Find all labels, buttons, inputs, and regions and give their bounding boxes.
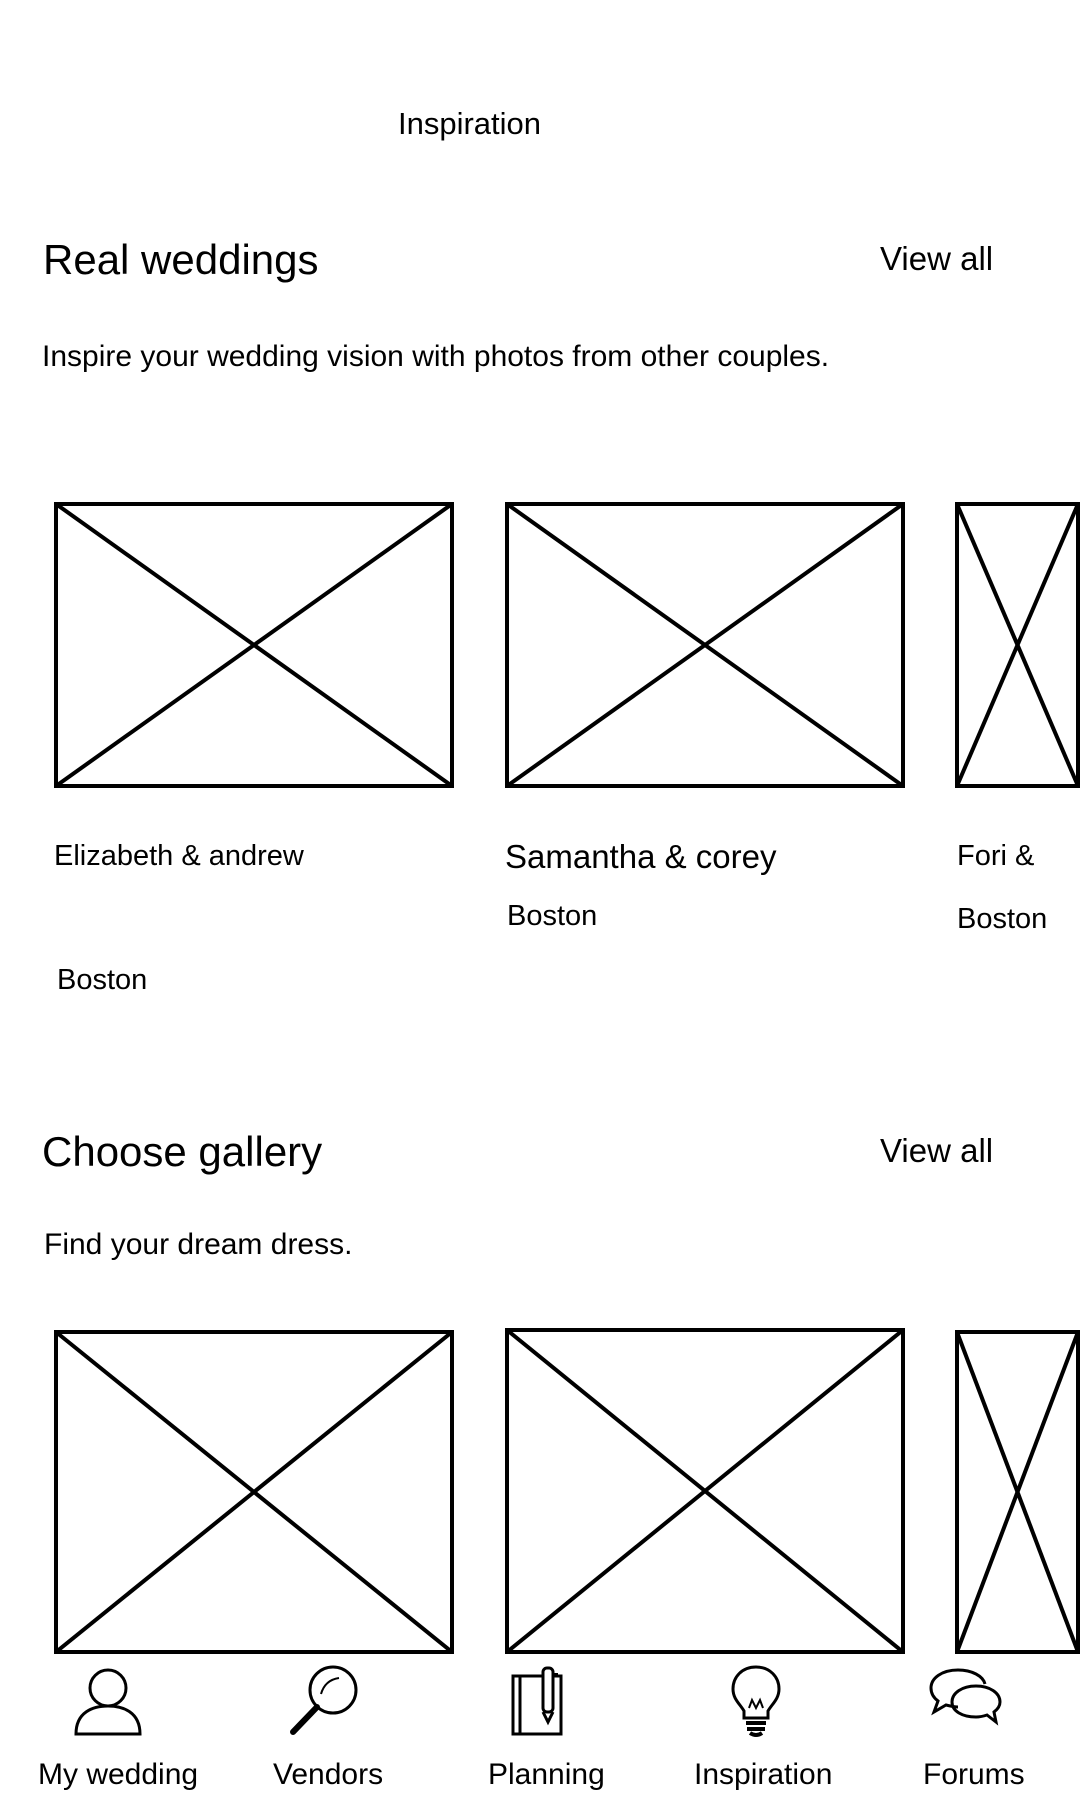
real-weddings-title: Real weddings [43,236,319,283]
nav-label: Inspiration [694,1758,833,1791]
nav-item-forums[interactable]: Forums [915,1660,1045,1800]
gallery-image-placeholder[interactable] [505,1328,905,1654]
nav-item-inspiration[interactable]: Inspiration [692,1660,842,1800]
nav-item-my-wedding[interactable]: My wedding [30,1660,210,1800]
notebook-pen-icon [510,1666,566,1738]
real-weddings-view-all-link[interactable]: View all [880,240,993,278]
nav-item-planning[interactable]: Planning [482,1660,622,1800]
person-icon [73,1666,143,1736]
chat-bubbles-icon [928,1666,1002,1730]
lightbulb-icon [730,1664,782,1738]
real-weddings-subtitle: Inspire your wedding vision with photos … [42,340,830,373]
wedding-location: Boston [507,900,598,932]
wedding-image-placeholder[interactable] [955,502,1080,788]
nav-label: Planning [488,1758,605,1791]
choose-gallery-subtitle: Find your dream dress. [44,1228,353,1261]
nav-item-vendors[interactable]: Vendors [265,1660,405,1800]
wedding-location: Boston [57,964,148,996]
choose-gallery-view-all-link[interactable]: View all [880,1132,993,1170]
choose-gallery-title: Choose gallery [42,1128,323,1175]
gallery-image-placeholder[interactable] [54,1330,454,1654]
wedding-couple-names: Elizabeth & andrew [54,840,304,872]
wedding-couple-names: Fori & [957,840,1035,872]
nav-label: Vendors [273,1758,384,1791]
wedding-image-placeholder[interactable] [54,502,454,788]
gallery-image-placeholder[interactable] [955,1330,1080,1654]
wedding-couple-names: Samantha & corey [505,838,777,875]
wedding-location: Boston [957,903,1048,935]
wedding-image-placeholder[interactable] [505,502,905,788]
magnifier-icon [287,1664,361,1736]
nav-label: My wedding [38,1758,199,1791]
nav-label: Forums [923,1758,1025,1791]
page-title: Inspiration [398,106,542,141]
